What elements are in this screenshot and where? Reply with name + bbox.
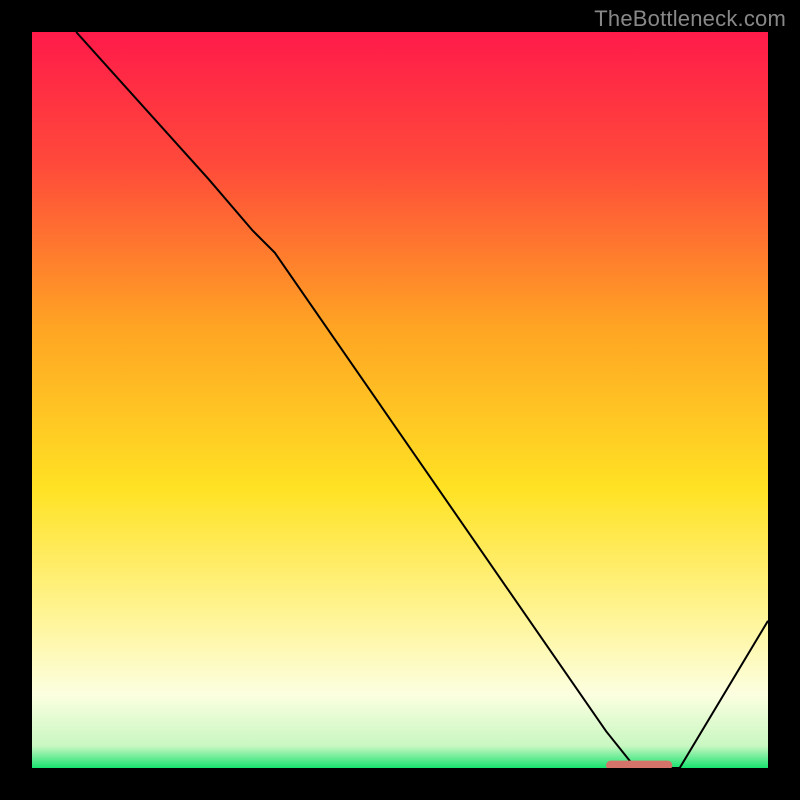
chart-marker	[606, 761, 672, 768]
chart-svg	[32, 32, 768, 768]
attribution-text: TheBottleneck.com	[594, 6, 786, 32]
chart-background-gradient	[32, 32, 768, 768]
chart-plot-area	[32, 32, 768, 768]
